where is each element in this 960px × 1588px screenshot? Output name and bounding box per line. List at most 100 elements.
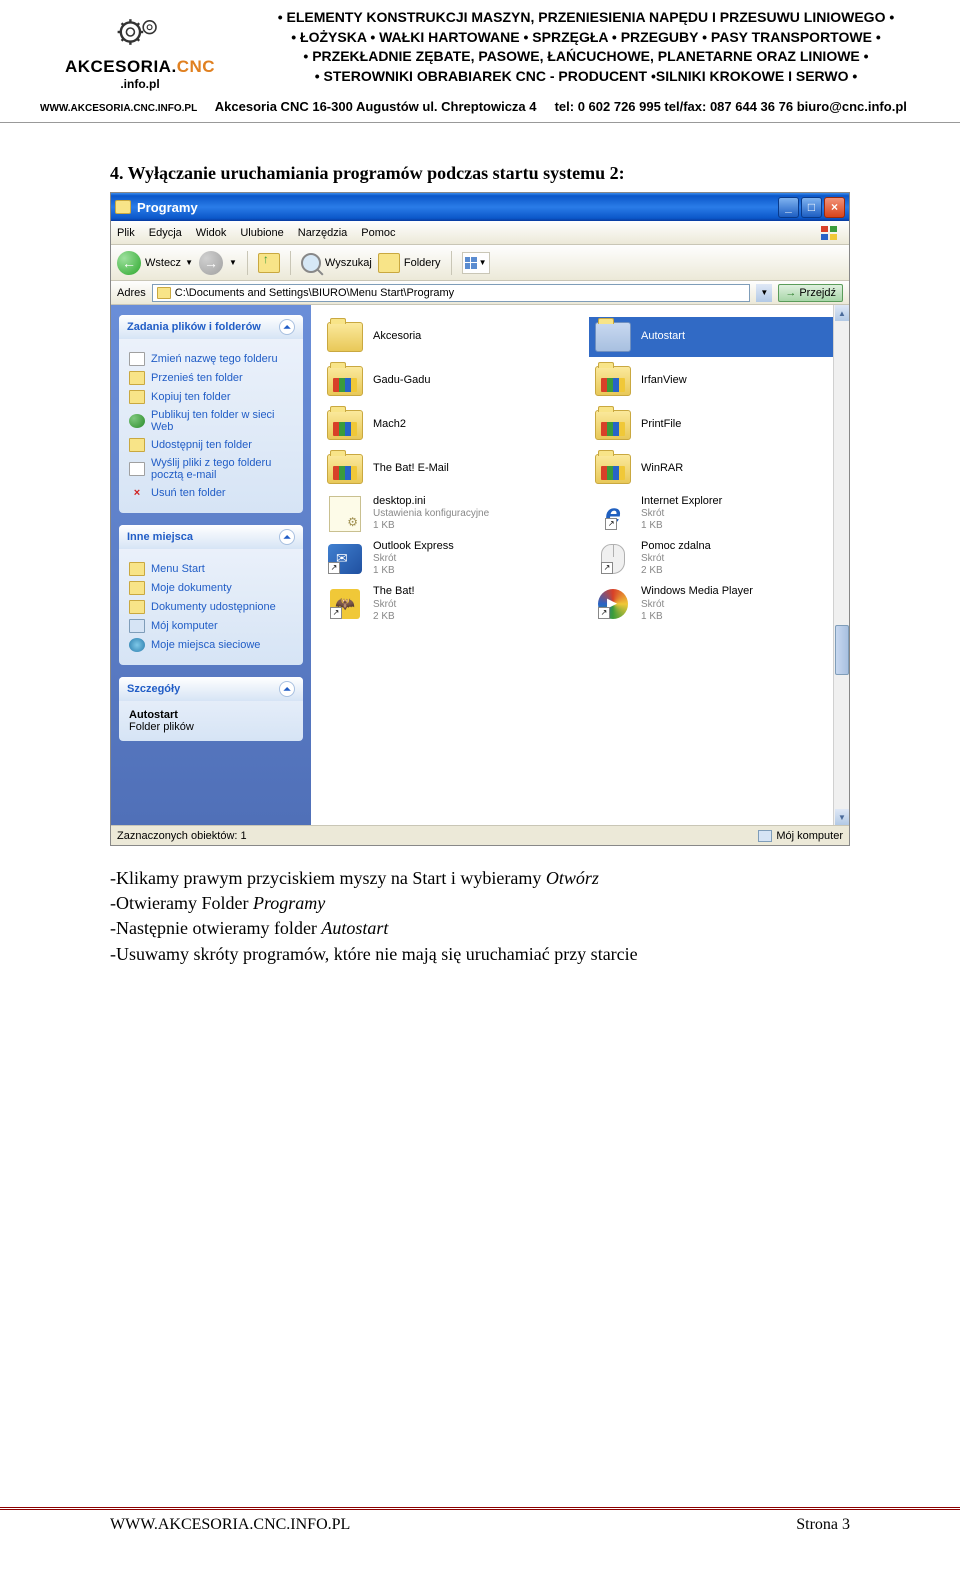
file-label: Mach2 (373, 418, 406, 431)
scroll-up-arrow[interactable]: ▲ (835, 305, 849, 321)
file-item[interactable]: Gadu-Gadu (321, 361, 581, 401)
file-item[interactable]: Akcesoria (321, 317, 581, 357)
address-dropdown[interactable]: ▼ (756, 284, 772, 302)
task-copy[interactable]: Kopiuj ten folder (129, 390, 293, 404)
folder-items-icon (325, 451, 365, 487)
folders-button[interactable]: Foldery (378, 253, 441, 273)
copy-icon (129, 390, 145, 404)
scrollbar-thumb[interactable] (835, 625, 849, 675)
status-bar: Zaznaczonych obiektów: 1 Mój komputer (111, 825, 849, 845)
folder-items-icon (593, 363, 633, 399)
folder-icon (129, 581, 145, 595)
scroll-down-arrow[interactable]: ▼ (835, 809, 849, 825)
minimize-button[interactable]: _ (778, 197, 799, 218)
folder-icon (325, 319, 365, 355)
ie-icon: e↗ (593, 496, 633, 532)
task-publish[interactable]: Publikuj ten folder w sieci Web (129, 409, 293, 433)
move-icon (129, 371, 145, 385)
instruction-line: -Usuwamy skróty programów, które nie maj… (110, 942, 850, 967)
go-arrow-icon: → (785, 287, 796, 299)
instruction-line: -Klikamy prawym przyciskiem myszy na Sta… (110, 866, 850, 891)
file-item[interactable]: PrintFile (589, 405, 849, 445)
mail-icon (129, 462, 145, 476)
computer-icon (758, 830, 772, 842)
up-folder-button[interactable] (258, 253, 280, 273)
file-label: The Bat!Skrót2 KB (373, 585, 415, 622)
task-email[interactable]: Wyślij pliki z tego folderu pocztą e-mai… (129, 457, 293, 481)
search-icon (301, 253, 321, 273)
search-button[interactable]: Wyszukaj (301, 253, 372, 273)
file-label: Gadu-Gadu (373, 374, 430, 387)
place-shared-docs[interactable]: Dokumenty udostępnione (129, 600, 293, 614)
menu-tools[interactable]: Narzędzia (298, 227, 348, 239)
task-rename[interactable]: Zmień nazwę tego folderu (129, 352, 293, 366)
detail-name: Autostart (129, 709, 293, 721)
views-button[interactable]: ▼ (462, 252, 490, 274)
ini-icon (325, 496, 365, 532)
file-item[interactable]: Mach2 (321, 405, 581, 445)
scrollbar[interactable]: ▲ ▼ (833, 305, 849, 825)
footer-page: Strona 3 (796, 1516, 850, 1534)
window-titlebar[interactable]: Programy _ □ × (111, 193, 849, 221)
folder-items-icon (593, 407, 633, 443)
forward-button[interactable]: → (199, 251, 223, 275)
forward-dropdown[interactable]: ▼ (229, 258, 237, 267)
file-list-area[interactable]: Akcesoria Autostart Gadu-Gadu IrfanView … (311, 305, 849, 825)
file-label: Windows Media PlayerSkrót1 KB (641, 585, 753, 622)
back-button[interactable]: ← Wstecz ▼ (117, 251, 193, 275)
panel-header[interactable]: Szczegóły ⏶ (119, 677, 303, 701)
collapse-icon[interactable]: ⏶ (279, 319, 295, 335)
outlook-icon: ↗ (325, 541, 365, 577)
folder-icon (157, 287, 171, 299)
panel-header[interactable]: Inne miejsca ⏶ (119, 525, 303, 549)
menu-edit[interactable]: Edycja (149, 227, 182, 239)
file-item[interactable]: desktop.iniUstawienia konfiguracyjne1 KB (321, 493, 581, 534)
task-delete[interactable]: ×Usuń ten folder (129, 486, 293, 500)
file-label: Akcesoria (373, 330, 421, 343)
windows-flag-icon (815, 223, 843, 243)
file-label: IrfanView (641, 374, 687, 387)
file-label: Pomoc zdalnaSkrót2 KB (641, 540, 711, 577)
views-grid-icon (465, 257, 477, 269)
place-my-documents[interactable]: Moje dokumenty (129, 581, 293, 595)
menu-view[interactable]: Widok (196, 227, 227, 239)
file-item[interactable]: 🦇↗ The Bat!Skrót2 KB (321, 583, 581, 624)
embedded-screenshot: Programy _ □ × Plik Edycja Widok Ulubion… (110, 192, 850, 846)
maximize-button[interactable]: □ (801, 197, 822, 218)
menu-file[interactable]: Plik (117, 227, 135, 239)
instruction-line: -Otwieramy Folder Programy (110, 891, 850, 916)
collapse-icon[interactable]: ⏶ (279, 681, 295, 697)
menu-help[interactable]: Pomoc (361, 227, 395, 239)
go-button[interactable]: → Przejdź (778, 284, 843, 302)
file-label: PrintFile (641, 418, 681, 431)
delete-icon: × (129, 486, 145, 500)
place-my-computer[interactable]: Mój komputer (129, 619, 293, 633)
file-item[interactable]: The Bat! E-Mail (321, 449, 581, 489)
task-share[interactable]: Udostępnij ten folder (129, 438, 293, 452)
file-item[interactable]: WinRAR (589, 449, 849, 489)
place-menu-start[interactable]: Menu Start (129, 562, 293, 576)
folder-icon (129, 600, 145, 614)
place-network[interactable]: Moje miejsca sieciowe (129, 638, 293, 652)
address-input[interactable]: C:\Documents and Settings\BIURO\Menu Sta… (152, 284, 751, 302)
folder-items-icon (325, 407, 365, 443)
panel-header[interactable]: Zadania plików i folderów ⏶ (119, 315, 303, 339)
address-bar: Adres C:\Documents and Settings\BIURO\Me… (111, 281, 849, 305)
file-item[interactable]: Autostart (589, 317, 849, 357)
bat-icon: 🦇↗ (325, 586, 365, 622)
close-button[interactable]: × (824, 197, 845, 218)
instruction-line: -Następnie otwieramy folder Autostart (110, 916, 850, 941)
task-move[interactable]: Przenieś ten folder (129, 371, 293, 385)
status-location: Mój komputer (758, 830, 843, 842)
collapse-icon[interactable]: ⏶ (279, 529, 295, 545)
menu-favorites[interactable]: Ulubione (240, 227, 283, 239)
file-item[interactable]: ↗ Pomoc zdalnaSkrót2 KB (589, 538, 849, 579)
file-item[interactable]: e↗ Internet ExplorerSkrót1 KB (589, 493, 849, 534)
file-item[interactable]: ↗ Outlook ExpressSkrót1 KB (321, 538, 581, 579)
computer-icon (129, 619, 145, 633)
tasks-sidebar: Zadania plików i folderów ⏶ Zmień nazwę … (111, 305, 311, 825)
back-arrow-icon: ← (117, 251, 141, 275)
file-item[interactable]: IrfanView (589, 361, 849, 401)
details-panel: Szczegóły ⏶ Autostart Folder plików (119, 677, 303, 741)
file-item[interactable]: ↗ Windows Media PlayerSkrót1 KB (589, 583, 849, 624)
